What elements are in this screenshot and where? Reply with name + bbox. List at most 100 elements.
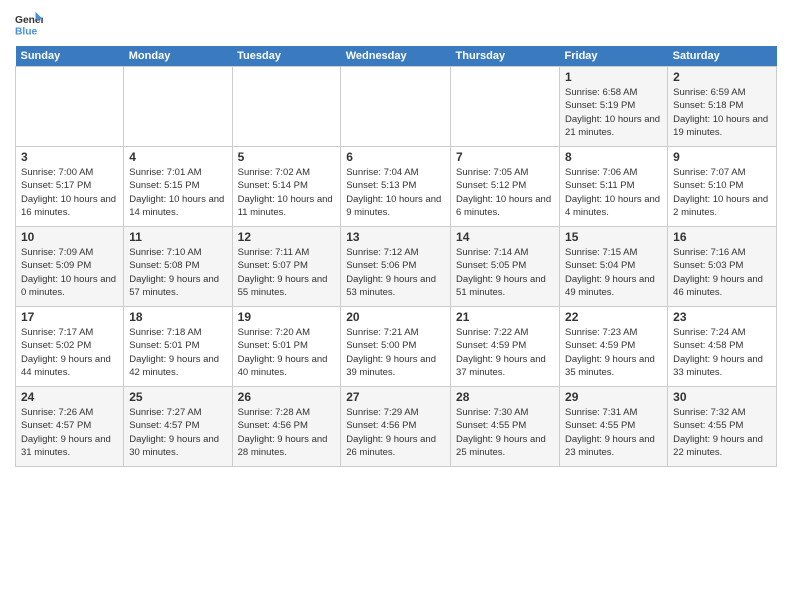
day-number: 17	[21, 310, 118, 324]
day-number: 26	[238, 390, 336, 404]
weekday-header-tuesday: Tuesday	[232, 46, 341, 67]
calendar-cell: 22 Sunrise: 7:23 AM Sunset: 4:59 PM Dayli…	[560, 307, 668, 387]
day-number: 4	[129, 150, 226, 164]
day-number: 10	[21, 230, 118, 244]
weekday-header-friday: Friday	[560, 46, 668, 67]
weekday-header-monday: Monday	[124, 46, 232, 67]
calendar-cell: 28Sunrise: 7:30 AM Sunset: 4:55 PM Dayli…	[451, 387, 560, 467]
day-detail: Sunrise: 7:02 AM Sunset: 5:14 PM Dayligh…	[238, 166, 336, 219]
day-number: 15	[565, 230, 662, 244]
day-number: 13	[346, 230, 445, 244]
day-number: 12	[238, 230, 336, 244]
calendar-cell: 20 Sunrise: 7:21 AM Sunset: 5:00 PM Dayli…	[341, 307, 451, 387]
day-detail: Sunrise: 7:21 AM Sunset: 5:00 PM Dayligh…	[346, 326, 445, 379]
svg-text:Blue: Blue	[15, 26, 38, 37]
calendar-cell: 30 Sunrise: 7:32 AM Sunset: 4:55 PM Dayli…	[668, 387, 777, 467]
calendar-cell: 17 Sunrise: 7:17 AM Sunset: 5:02 PM Dayli…	[16, 307, 124, 387]
day-detail: Sunrise: 7:05 AM Sunset: 5:12 PM Dayligh…	[456, 166, 554, 219]
day-detail: Sunrise: 7:00 AM Sunset: 5:17 PM Dayligh…	[21, 166, 118, 219]
day-detail: Sunrise: 7:16 AM Sunset: 5:03 PM Dayligh…	[673, 246, 771, 299]
calendar-cell: 10 Sunrise: 7:09 AM Sunset: 5:09 PM Dayli…	[16, 227, 124, 307]
day-number: 9	[673, 150, 771, 164]
calendar-cell: 23 Sunrise: 7:24 AM Sunset: 4:58 PM Dayli…	[668, 307, 777, 387]
calendar-cell: 13 Sunrise: 7:12 AM Sunset: 5:06 PM Dayli…	[341, 227, 451, 307]
day-number: 22	[565, 310, 662, 324]
day-detail: Sunrise: 7:12 AM Sunset: 5:06 PM Dayligh…	[346, 246, 445, 299]
day-number: 6	[346, 150, 445, 164]
calendar-cell: 25 Sunrise: 7:27 AM Sunset: 4:57 PM Dayli…	[124, 387, 232, 467]
calendar-cell: 9 Sunrise: 7:07 AM Sunset: 5:10 PM Daylig…	[668, 147, 777, 227]
day-number: 5	[238, 150, 336, 164]
calendar-cell: 18 Sunrise: 7:18 AM Sunset: 5:01 PM Dayli…	[124, 307, 232, 387]
calendar-cell: 6 Sunrise: 7:04 AM Sunset: 5:13 PM Daylig…	[341, 147, 451, 227]
day-detail: Sunrise: 7:04 AM Sunset: 5:13 PM Dayligh…	[346, 166, 445, 219]
calendar-cell	[232, 67, 341, 147]
week-row-4: 24 Sunrise: 7:26 AM Sunset: 4:57 PM Dayli…	[16, 387, 777, 467]
day-detail: Sunrise: 7:11 AM Sunset: 5:07 PM Dayligh…	[238, 246, 336, 299]
day-number: 14	[456, 230, 554, 244]
day-number: 20	[346, 310, 445, 324]
calendar-cell: 14 Sunrise: 7:14 AM Sunset: 5:05 PM Dayli…	[451, 227, 560, 307]
day-detail: Sunrise: 7:15 AM Sunset: 5:04 PM Dayligh…	[565, 246, 662, 299]
header: General Blue	[15, 10, 777, 38]
day-detail: Sunrise: 7:24 AM Sunset: 4:58 PM Dayligh…	[673, 326, 771, 379]
calendar-cell: 12 Sunrise: 7:11 AM Sunset: 5:07 PM Dayli…	[232, 227, 341, 307]
calendar-cell: 19 Sunrise: 7:20 AM Sunset: 5:01 PM Dayli…	[232, 307, 341, 387]
calendar-cell: 8Sunrise: 7:06 AM Sunset: 5:11 PM Daylig…	[560, 147, 668, 227]
day-number: 11	[129, 230, 226, 244]
day-detail: Sunrise: 7:32 AM Sunset: 4:55 PM Dayligh…	[673, 406, 771, 459]
day-detail: Sunrise: 7:22 AM Sunset: 4:59 PM Dayligh…	[456, 326, 554, 379]
day-detail: Sunrise: 7:17 AM Sunset: 5:02 PM Dayligh…	[21, 326, 118, 379]
weekday-header-row: SundayMondayTuesdayWednesdayThursdayFrid…	[16, 46, 777, 67]
day-number: 24	[21, 390, 118, 404]
day-number: 1	[565, 70, 662, 84]
day-detail: Sunrise: 6:59 AM Sunset: 5:18 PM Dayligh…	[673, 86, 771, 139]
calendar-cell: 1 Sunrise: 6:58 AM Sunset: 5:19 PM Daylig…	[560, 67, 668, 147]
day-detail: Sunrise: 7:14 AM Sunset: 5:05 PM Dayligh…	[456, 246, 554, 299]
day-number: 29	[565, 390, 662, 404]
calendar-cell: 29 Sunrise: 7:31 AM Sunset: 4:55 PM Dayli…	[560, 387, 668, 467]
day-number: 19	[238, 310, 336, 324]
day-detail: Sunrise: 7:18 AM Sunset: 5:01 PM Dayligh…	[129, 326, 226, 379]
day-detail: Sunrise: 7:07 AM Sunset: 5:10 PM Dayligh…	[673, 166, 771, 219]
day-number: 30	[673, 390, 771, 404]
day-number: 28	[456, 390, 554, 404]
calendar-cell: 5 Sunrise: 7:02 AM Sunset: 5:14 PM Daylig…	[232, 147, 341, 227]
calendar-cell: 4 Sunrise: 7:01 AM Sunset: 5:15 PM Daylig…	[124, 147, 232, 227]
day-number: 21	[456, 310, 554, 324]
day-number: 25	[129, 390, 226, 404]
calendar-cell	[451, 67, 560, 147]
day-number: 3	[21, 150, 118, 164]
day-detail: Sunrise: 7:10 AM Sunset: 5:08 PM Dayligh…	[129, 246, 226, 299]
week-row-2: 10 Sunrise: 7:09 AM Sunset: 5:09 PM Dayli…	[16, 227, 777, 307]
calendar-cell	[124, 67, 232, 147]
day-number: 23	[673, 310, 771, 324]
day-detail: Sunrise: 7:28 AM Sunset: 4:56 PM Dayligh…	[238, 406, 336, 459]
weekday-header-saturday: Saturday	[668, 46, 777, 67]
calendar-cell: 11 Sunrise: 7:10 AM Sunset: 5:08 PM Dayli…	[124, 227, 232, 307]
logo-icon: General Blue	[15, 10, 43, 38]
calendar-cell: 3 Sunrise: 7:00 AM Sunset: 5:17 PM Daylig…	[16, 147, 124, 227]
calendar-cell: 2 Sunrise: 6:59 AM Sunset: 5:18 PM Daylig…	[668, 67, 777, 147]
day-detail: Sunrise: 7:01 AM Sunset: 5:15 PM Dayligh…	[129, 166, 226, 219]
day-detail: Sunrise: 7:20 AM Sunset: 5:01 PM Dayligh…	[238, 326, 336, 379]
day-detail: Sunrise: 7:31 AM Sunset: 4:55 PM Dayligh…	[565, 406, 662, 459]
day-number: 18	[129, 310, 226, 324]
day-detail: Sunrise: 7:23 AM Sunset: 4:59 PM Dayligh…	[565, 326, 662, 379]
calendar-cell	[16, 67, 124, 147]
day-detail: Sunrise: 6:58 AM Sunset: 5:19 PM Dayligh…	[565, 86, 662, 139]
logo: General Blue	[15, 10, 43, 38]
day-number: 2	[673, 70, 771, 84]
calendar-cell	[341, 67, 451, 147]
calendar-table: SundayMondayTuesdayWednesdayThursdayFrid…	[15, 46, 777, 467]
calendar-cell: 15 Sunrise: 7:15 AM Sunset: 5:04 PM Dayli…	[560, 227, 668, 307]
weekday-header-thursday: Thursday	[451, 46, 560, 67]
calendar-cell: 7 Sunrise: 7:05 AM Sunset: 5:12 PM Daylig…	[451, 147, 560, 227]
day-detail: Sunrise: 7:27 AM Sunset: 4:57 PM Dayligh…	[129, 406, 226, 459]
day-detail: Sunrise: 7:26 AM Sunset: 4:57 PM Dayligh…	[21, 406, 118, 459]
day-detail: Sunrise: 7:09 AM Sunset: 5:09 PM Dayligh…	[21, 246, 118, 299]
day-number: 16	[673, 230, 771, 244]
week-row-3: 17 Sunrise: 7:17 AM Sunset: 5:02 PM Dayli…	[16, 307, 777, 387]
day-number: 7	[456, 150, 554, 164]
calendar-cell: 27Sunrise: 7:29 AM Sunset: 4:56 PM Dayli…	[341, 387, 451, 467]
